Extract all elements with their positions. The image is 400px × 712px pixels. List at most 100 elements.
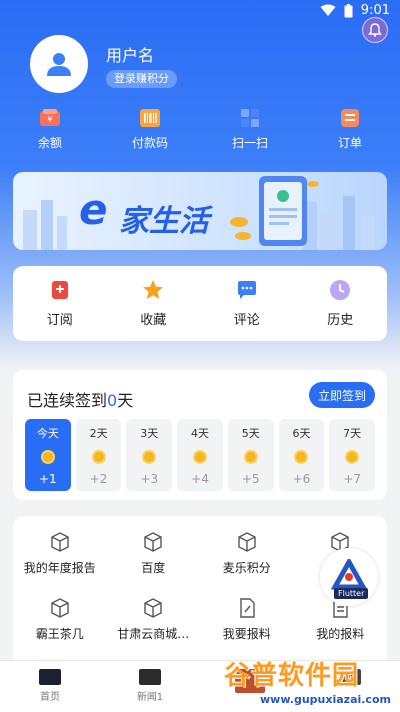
news-tab-icon [139, 669, 161, 685]
notification-button[interactable] [362, 17, 388, 43]
service-label: 霸王茶几 [35, 627, 84, 641]
quick-action-label: 余额 [37, 136, 62, 150]
star-icon [143, 280, 164, 299]
username[interactable]: 用户名 [106, 42, 154, 66]
service-label: 麦乐积分 [222, 561, 271, 575]
service-label: 我的年度报告 [23, 561, 96, 575]
day-reward: +3 [140, 472, 159, 486]
tab-news[interactable]: 新闻1 [100, 661, 200, 712]
shortcut-label: 历史 [327, 313, 354, 328]
coin-icon [91, 450, 106, 464]
day-label: 3天 [140, 427, 159, 440]
day-reward: +2 [89, 472, 108, 486]
service-maile-points[interactable]: 麦乐积分 [200, 532, 294, 576]
shortcut-comments[interactable]: 评论 [200, 279, 294, 328]
coin-icon [345, 450, 360, 464]
coin-icon [40, 450, 55, 464]
service-annual-report[interactable]: 我的年度报告 [13, 532, 107, 576]
coin-icon [294, 450, 309, 464]
quick-action-orders[interactable]: 订单 [300, 108, 400, 158]
quick-action-label: 扫一扫 [231, 136, 268, 150]
shortcut-subscribe[interactable]: 订阅 [13, 279, 107, 328]
checkin-day: 7天 +7 [329, 419, 376, 491]
checkin-days: 今天 +1 2天 +2 3天 +3 4天 +4 5天 +5 6天 +6 7天 +7 [25, 419, 376, 491]
shortcut-favorites[interactable]: 收藏 [107, 279, 201, 328]
quick-action-label: 付款码 [131, 136, 168, 150]
shortcut-card: 订阅 收藏 评论 历史 [13, 266, 387, 341]
checkin-button[interactable]: 立即签到 [309, 382, 375, 408]
quick-action-paycode[interactable]: 付款码 [100, 108, 200, 158]
subscribe-icon [51, 281, 68, 299]
checkin-day: 4天 +4 [177, 419, 223, 491]
day-reward: +1 [39, 472, 57, 486]
quick-action-scan[interactable]: 扫一扫 [200, 108, 300, 158]
service-gansu-mall[interactable]: 甘肃云商城… [107, 598, 201, 642]
service-label: 我的报料 [316, 627, 365, 641]
flutter-tag: Flutter [334, 588, 369, 599]
order-icon [341, 109, 359, 127]
checkin-day: 3天 +3 [126, 419, 173, 491]
checkin-title-suffix: 天 [117, 391, 134, 410]
watermark-url: www.gupuxiazai.com [260, 693, 391, 706]
tab-label: 首页 [40, 692, 60, 703]
cube-icon [144, 532, 162, 552]
coin-icon [142, 450, 157, 464]
day-label: 5天 [241, 427, 260, 440]
checkin-title-prefix: 已连续签到 [27, 391, 108, 410]
day-reward: +5 [241, 472, 260, 486]
shortcut-label: 订阅 [46, 313, 73, 328]
scan-icon [241, 109, 259, 127]
checkin-day: 6天 +6 [278, 419, 325, 491]
checkin-days-count: 0 [107, 391, 118, 410]
status-bar: 9:01 [0, 0, 400, 22]
cube-icon [51, 598, 69, 618]
edit-doc-icon [240, 598, 255, 618]
coin-icon [243, 450, 258, 464]
status-time: 9:01 [360, 3, 390, 18]
comment-icon [237, 281, 256, 299]
day-label: 2天 [89, 427, 108, 440]
home-tab-icon [39, 669, 61, 685]
login-points-badge[interactable]: 登录赚积分 [106, 70, 177, 88]
cube-icon [238, 532, 256, 552]
shortcut-label: 评论 [233, 313, 260, 328]
cube-icon [144, 598, 162, 618]
service-baidu[interactable]: 百度 [107, 532, 201, 576]
coin-icon [193, 450, 208, 464]
quick-actions: ¥ 余额 付款码 扫一扫 订单 [0, 108, 400, 158]
svg-text:¥: ¥ [47, 115, 52, 124]
shortcut-label: 收藏 [140, 313, 167, 328]
shortcut-history[interactable]: 历史 [294, 279, 388, 328]
avatar[interactable] [30, 35, 88, 93]
banner-logo-e: e [79, 185, 108, 234]
checkin-title: 已连续签到0天 [27, 387, 133, 411]
promo-banner[interactable]: e 家生活 [13, 172, 387, 250]
checkin-card: 已连续签到0天 立即签到 今天 +1 2天 +2 3天 +3 4天 +4 5天 +5 6天… [13, 370, 387, 500]
quick-action-label: 订单 [337, 136, 362, 150]
day-reward: +4 [191, 472, 209, 486]
day-label: 今天 [36, 427, 59, 440]
watermark-title: 谷普软件园 [224, 661, 360, 691]
quick-action-balance[interactable]: ¥ 余额 [0, 108, 100, 158]
service-submit-tip[interactable]: 我要报料 [200, 598, 294, 642]
watermark: 谷普软件园 www.gupuxiazai.com [220, 655, 400, 712]
service-label: 我要报料 [222, 627, 271, 641]
cube-icon [51, 532, 69, 552]
day-label: 4天 [191, 427, 210, 440]
tab-home[interactable]: 首页 [0, 661, 100, 712]
battery-icon [344, 3, 353, 17]
barcode-icon [140, 109, 160, 127]
wallet-icon: ¥ [40, 109, 60, 126]
tab-label: 新闻1 [136, 692, 164, 703]
day-reward: +7 [343, 472, 362, 486]
service-bawang-tea[interactable]: 霸王茶几 [13, 598, 107, 642]
day-reward: +6 [292, 472, 311, 486]
checkin-day: 2天 +2 [75, 419, 122, 491]
banner-title: 家生活 [119, 204, 209, 239]
day-label: 7天 [343, 427, 362, 440]
service-label: 百度 [141, 561, 166, 575]
service-label: 甘肃云商城… [117, 627, 190, 641]
checkin-day: 5天 +5 [227, 419, 274, 491]
history-icon [330, 280, 351, 300]
checkin-day: 今天 +1 [25, 419, 71, 491]
